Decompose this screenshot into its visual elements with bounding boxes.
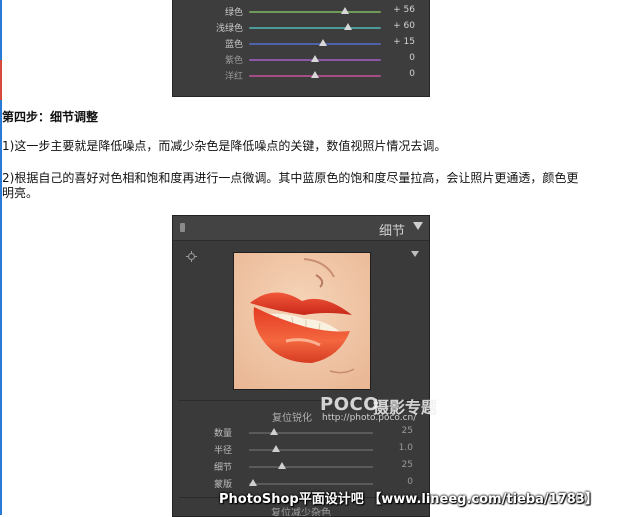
- slider-amount[interactable]: 数量 25: [173, 424, 429, 440]
- slider-thumb[interactable]: [248, 479, 257, 486]
- paragraph-hue-saturation: 2)根据自己的喜好对色相和饱和度再进行一点微调。其中蓝原色的饱和度尽量拉高，会让…: [2, 171, 579, 200]
- slider-value: 1.0: [398, 443, 413, 453]
- slider-value: 0: [407, 477, 413, 487]
- panel-title: 细节: [378, 224, 405, 239]
- hsl-slider-aqua[interactable]: 浅绿色 + 60: [173, 19, 429, 35]
- target-adjust-icon[interactable]: [186, 251, 197, 262]
- detail-panel: 细节 复位锐化 数量 25 半径 1.0 细节 25 蒙版 0 复位减少杂色: [172, 215, 430, 517]
- detail-preview[interactable]: [233, 252, 371, 390]
- lips-photo: [234, 253, 370, 389]
- hsl-slider-value: 0: [409, 53, 415, 63]
- hsl-slider-thumb[interactable]: [318, 39, 327, 46]
- watermark-url: http://photo.poco.cn/: [322, 413, 417, 423]
- detail-panel-header[interactable]: 细节: [173, 216, 429, 241]
- hsl-slider-thumb[interactable]: [341, 7, 350, 14]
- hsl-slider-value: + 60: [393, 21, 415, 31]
- slider-radius[interactable]: 半径 1.0: [173, 441, 429, 457]
- slider-detail[interactable]: 细节 25: [173, 458, 429, 474]
- slider-track[interactable]: [249, 483, 373, 485]
- step-title: 第四步：细节调整: [2, 110, 99, 124]
- hsl-slider-track[interactable]: [249, 43, 381, 45]
- slider-track[interactable]: [249, 432, 373, 434]
- hsl-slider-blue[interactable]: 蓝色 + 15: [173, 35, 429, 51]
- slider-thumb[interactable]: [272, 445, 281, 452]
- hsl-slider-value: + 15: [393, 37, 415, 47]
- slider-label: 细节: [213, 463, 232, 473]
- hsl-slider-magenta[interactable]: 洋红 0: [173, 67, 429, 83]
- slider-value: 25: [401, 460, 413, 470]
- hsl-slider-label: 洋红: [224, 72, 243, 82]
- hsl-slider-track[interactable]: [249, 27, 381, 29]
- slider-thumb[interactable]: [269, 428, 278, 435]
- hsl-slider-thumb[interactable]: [344, 23, 352, 30]
- hsl-slider-track[interactable]: [249, 11, 381, 13]
- slider-track[interactable]: [249, 449, 373, 451]
- preview-menu-arrow-icon[interactable]: [411, 251, 419, 257]
- hsl-slider-value: + 56: [393, 5, 415, 15]
- hsl-slider-green[interactable]: 绿色 + 56: [173, 3, 429, 19]
- left-edge-bar-accent: [0, 60, 2, 100]
- hsl-slider-label: 绿色: [224, 8, 243, 18]
- hsl-slider-label: 紫色: [224, 56, 243, 66]
- slider-label: 数量: [213, 429, 232, 439]
- hsl-slider-label: 蓝色: [224, 40, 243, 50]
- hsl-slider-thumb[interactable]: [311, 55, 319, 62]
- watermark-logo: POCO: [320, 394, 380, 415]
- slider-track[interactable]: [249, 466, 373, 468]
- collapse-arrow-icon[interactable]: [413, 222, 423, 230]
- slider-label: 半径: [213, 446, 232, 456]
- paragraph-noise: 1)这一步主要就是降低噪点，而减少杂色是降低噪点的关键，数值视照片情况去调。: [2, 139, 447, 153]
- hsl-slider-purple[interactable]: 紫色 0: [173, 51, 429, 67]
- hsl-slider-thumb[interactable]: [311, 71, 319, 78]
- hsl-slider-label: 浅绿色: [215, 24, 243, 34]
- hsl-slider-value: 0: [409, 69, 415, 79]
- watermark-bottom: PhotoShop平面设计吧 【www.lineeg.com/tieba/178…: [219, 492, 598, 507]
- hsl-panel: 绿色 + 56 浅绿色 + 60 蓝色 + 15 紫色 0 洋红 0: [172, 0, 430, 97]
- panel-grip-icon[interactable]: [180, 223, 185, 232]
- slider-value: 25: [401, 426, 413, 436]
- slider-thumb[interactable]: [278, 462, 287, 469]
